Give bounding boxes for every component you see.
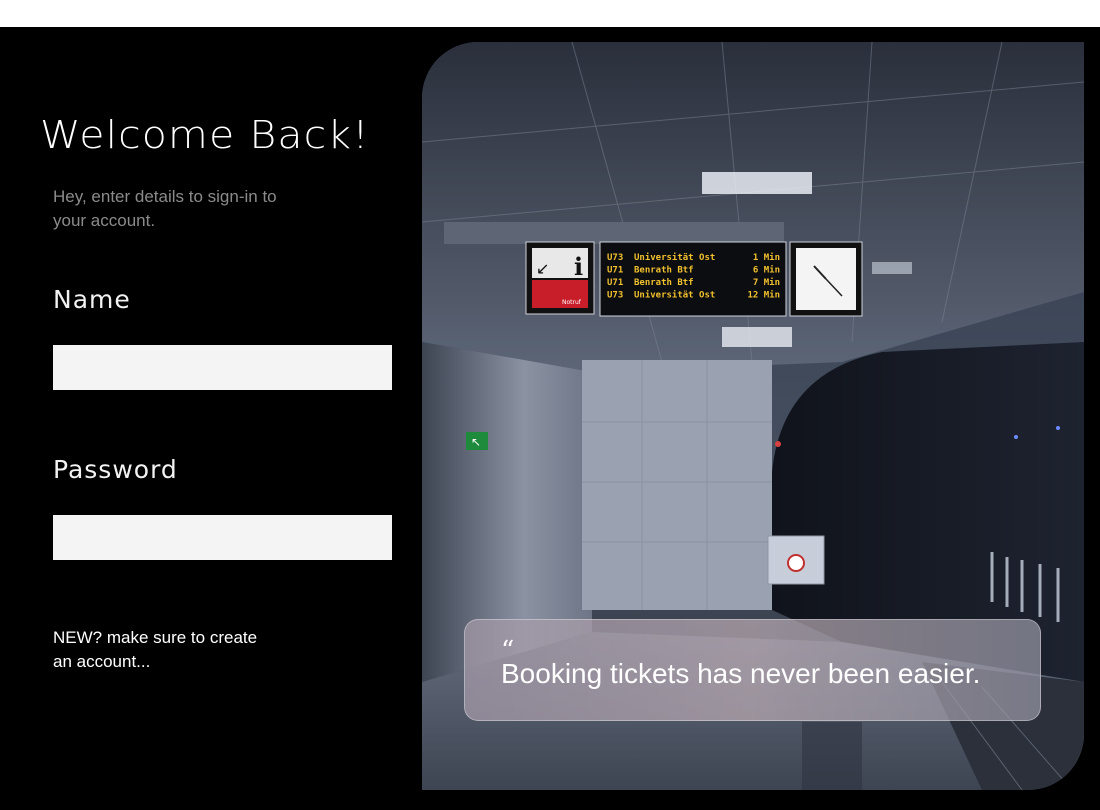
name-input[interactable] <box>53 345 392 390</box>
board-line: U71 <box>607 266 623 276</box>
top-bar <box>0 0 1100 27</box>
name-label: Name <box>53 285 131 314</box>
station-clock <box>789 241 863 317</box>
info-letter: i <box>574 252 583 281</box>
board-time: 7 Min <box>753 277 780 288</box>
emergency-label: Notruf <box>562 299 582 306</box>
board-line: U73 <box>607 291 623 301</box>
board-destination: Universität Ost <box>634 290 715 301</box>
quote-card: “ Booking tickets has never been easier. <box>464 619 1041 721</box>
page-subtitle: Hey, enter details to sign-in to your ac… <box>53 187 277 230</box>
board-time: 6 Min <box>753 265 780 276</box>
board-time: 1 Min <box>753 252 780 263</box>
departure-board: U73 Universität Ost 1 Min U71 Benrath Btf 6 M… <box>599 241 787 317</box>
info-sign: i ↙ Notruf <box>525 241 595 315</box>
board-time: 12 Min <box>747 290 780 301</box>
svg-text:↖: ↖ <box>471 435 481 449</box>
svg-text:↙: ↙ <box>536 259 549 278</box>
password-label: Password <box>53 455 178 484</box>
page-title: Welcome Back! <box>40 113 370 157</box>
hero-photo: i ↙ Notruf U73 Universität Ost 1 Min U71 Ben… <box>422 42 1084 790</box>
board-destination: Benrath Btf <box>634 266 694 276</box>
quote-text: Booking tickets has never been easier. <box>501 658 981 689</box>
board-line: U71 <box>607 278 623 288</box>
create-account-link[interactable]: NEW? make sure to create an account... <box>53 626 273 674</box>
board-destination: Benrath Btf <box>634 278 694 288</box>
board-line: U73 <box>607 253 623 263</box>
password-input[interactable] <box>53 515 392 560</box>
board-destination: Universität Ost <box>634 252 715 263</box>
